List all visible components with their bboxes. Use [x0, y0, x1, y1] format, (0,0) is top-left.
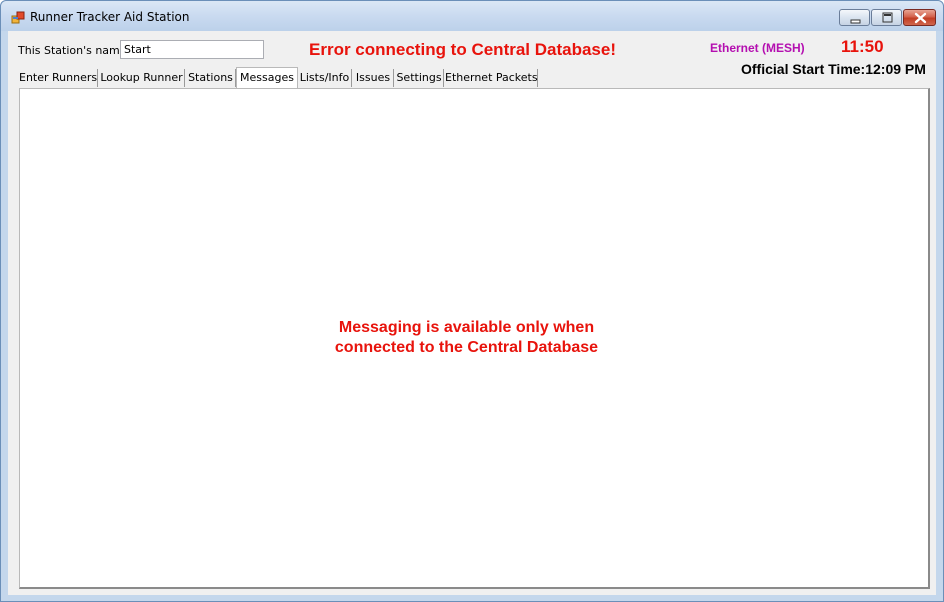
station-name-input[interactable] — [120, 40, 264, 59]
app-window: Runner Tracker Aid Station This Station'… — [0, 0, 944, 602]
tab-lookup-runner[interactable]: Lookup Runner — [99, 69, 185, 87]
maximize-icon — [882, 12, 893, 23]
connection-type-label: Ethernet (MESH) — [710, 41, 805, 55]
official-start-time: Official Start Time:12:09 PM — [741, 61, 926, 77]
messages-tab-page: Messaging is available only when connect… — [19, 88, 930, 589]
title-bar[interactable]: Runner Tracker Aid Station — [1, 1, 943, 31]
app-window-icon — [11, 10, 25, 24]
messaging-unavailable-line-2: connected to the Central Database — [334, 339, 599, 356]
minimize-icon — [850, 19, 861, 24]
messaging-unavailable-message: Messaging is available only when connect… — [20, 318, 913, 358]
close-icon — [914, 12, 927, 24]
station-name-label: This Station's name: — [18, 44, 131, 57]
main-content: This Station's name: Error connecting to… — [8, 31, 936, 595]
maximize-button[interactable] — [871, 9, 902, 26]
messaging-unavailable-line-1: Messaging is available only when — [338, 319, 595, 336]
window-title: Runner Tracker Aid Station — [30, 10, 190, 24]
tab-stations[interactable]: Stations — [186, 69, 236, 87]
tab-issues[interactable]: Issues — [353, 69, 394, 87]
tab-ethernet-packets[interactable]: Ethernet Packets — [445, 69, 538, 87]
tab-messages[interactable]: Messages — [236, 67, 298, 88]
current-time: 11:50 — [841, 37, 884, 56]
tab-lists-info[interactable]: Lists/Info — [298, 69, 352, 87]
close-button[interactable] — [903, 9, 936, 26]
tab-enter-runners[interactable]: Enter Runners — [19, 69, 98, 87]
minimize-button[interactable] — [839, 9, 870, 26]
database-error-message: Error connecting to Central Database! — [309, 40, 617, 59]
tab-settings[interactable]: Settings — [395, 69, 444, 87]
